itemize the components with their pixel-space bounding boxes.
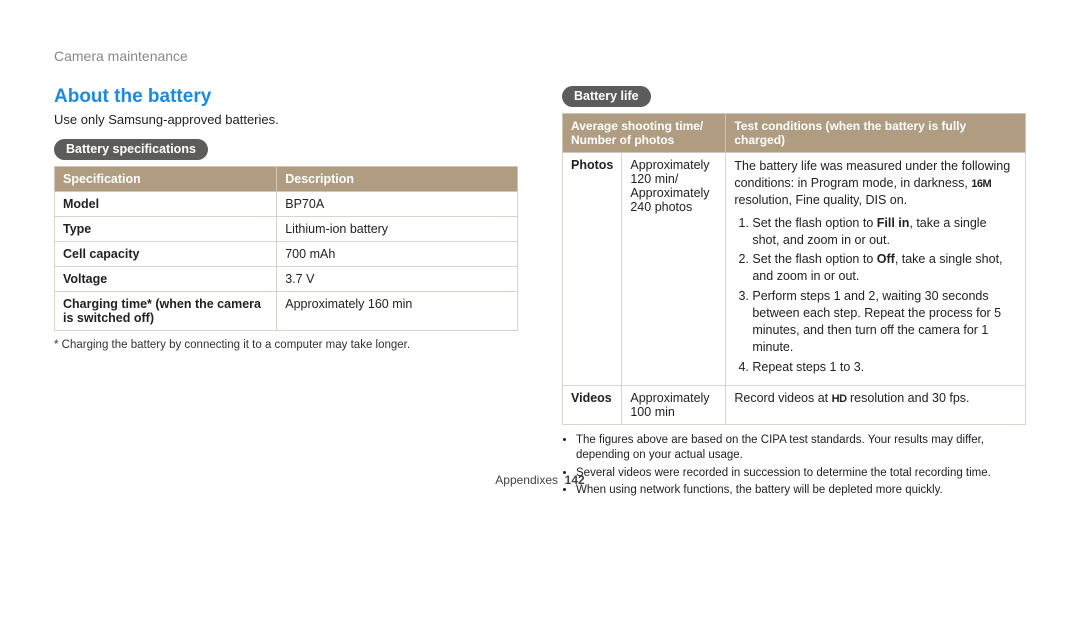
footer-page-number: 142 (565, 473, 585, 487)
columns: About the battery Use only Samsung-appro… (54, 86, 1026, 501)
table-row: Type Lithium-ion battery (55, 217, 518, 242)
page-root: Camera maintenance About the battery Use… (0, 0, 1080, 501)
list-item: Set the flash option to Off, take a sing… (752, 251, 1017, 285)
right-column: Battery life Average shooting time/ Numb… (562, 86, 1026, 501)
battery-life-table: Average shooting time/ Number of photos … (562, 113, 1026, 425)
spec-label: Cell capacity (55, 242, 277, 267)
life-row-label-photos: Photos (563, 153, 622, 386)
table-row: Photos Approximately 120 min/ Approximat… (563, 153, 1026, 386)
battery-life-pill: Battery life (562, 86, 651, 107)
life-videos-conditions: Record videos at HD resolution and 30 fp… (726, 385, 1026, 424)
spec-value: Approximately 160 min (277, 292, 518, 331)
battery-specifications-table: Specification Description Model BP70A Ty… (54, 166, 518, 331)
page-footer: Appendixes 142 (0, 473, 1080, 487)
spec-header-description: Description (277, 167, 518, 192)
table-row: Cell capacity 700 mAh (55, 242, 518, 267)
life-row-label-videos: Videos (563, 385, 622, 424)
left-column: About the battery Use only Samsung-appro… (54, 86, 518, 501)
section-title: About the battery (54, 86, 518, 108)
resolution-hd-icon: HD (832, 393, 847, 405)
life-photos-shoot: Approximately 120 min/ Approximately 240… (622, 153, 726, 386)
spec-value: 700 mAh (277, 242, 518, 267)
list-item: Perform steps 1 and 2, waiting 30 second… (752, 288, 1017, 356)
life-header-shooting: Average shooting time/ Number of photos (563, 114, 726, 153)
spec-header-specification: Specification (55, 167, 277, 192)
spec-label: Model (55, 192, 277, 217)
list-item: Repeat steps 1 to 3. (752, 359, 1017, 376)
spec-value: BP70A (277, 192, 518, 217)
life-videos-shoot: Approximately 100 min (622, 385, 726, 424)
spec-value: 3.7 V (277, 267, 518, 292)
table-row: Model BP70A (55, 192, 518, 217)
life-header-conditions: Test conditions (when the battery is ful… (726, 114, 1026, 153)
table-row: Videos Approximately 100 min Record vide… (563, 385, 1026, 424)
spec-value: Lithium-ion battery (277, 217, 518, 242)
table-row: Charging time* (when the camera is switc… (55, 292, 518, 331)
list-item: The figures above are based on the CIPA … (576, 433, 1026, 464)
breadcrumb: Camera maintenance (54, 48, 1026, 64)
battery-life-notes: The figures above are based on the CIPA … (562, 433, 1026, 499)
charging-footnote: * Charging the battery by connecting it … (54, 339, 518, 351)
footer-section: Appendixes (495, 473, 558, 487)
photos-steps: Set the flash option to Fill in, take a … (734, 215, 1017, 376)
life-photos-conditions: The battery life was measured under the … (726, 153, 1026, 386)
resolution-16m-icon: 16M (971, 178, 991, 190)
spec-label: Charging time* (when the camera is switc… (55, 292, 277, 331)
spec-label: Voltage (55, 267, 277, 292)
spec-label: Type (55, 217, 277, 242)
section-intro: Use only Samsung-approved batteries. (54, 112, 518, 127)
table-row: Voltage 3.7 V (55, 267, 518, 292)
photos-intro-b: resolution, Fine quality, DIS on. (734, 193, 907, 207)
photos-intro-a: The battery life was measured under the … (734, 159, 1010, 190)
battery-specifications-pill: Battery specifications (54, 139, 208, 160)
list-item: Set the flash option to Fill in, take a … (752, 215, 1017, 249)
